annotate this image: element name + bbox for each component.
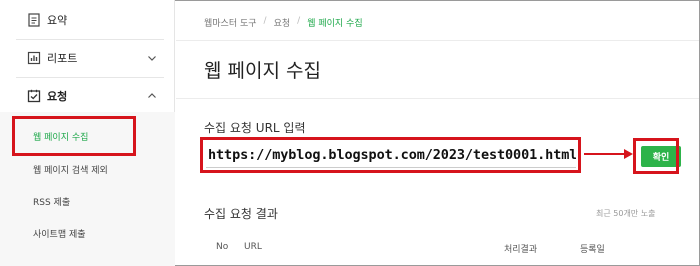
sidebar-item-label: 요청 (47, 90, 68, 103)
bar-chart-icon (27, 51, 41, 65)
breadcrumb: 웹마스터 도구 / 요청 / 웹 페이지 수집 (204, 16, 363, 29)
sidebar-subitem-sitemap-submit[interactable]: 사이트맵 제출 (33, 227, 86, 240)
column-header-url: URL (244, 242, 262, 252)
chevron-down-icon[interactable] (147, 53, 157, 63)
sidebar-item-summary[interactable]: 요약 (0, 2, 175, 38)
confirm-button[interactable]: 확인 (641, 146, 681, 167)
sidebar-subitem-rss-submit[interactable]: RSS 제출 (33, 195, 70, 208)
column-header-date: 등록일 (580, 245, 605, 255)
main-content: 웹마스터 도구 / 요청 / 웹 페이지 수집 웹 페이지 수집 수집 요청 U… (176, 0, 699, 266)
sidebar-item-request[interactable]: 요청 (0, 78, 175, 114)
breadcrumb-item[interactable]: 요청 (274, 16, 291, 29)
column-header-status: 처리결과 (504, 245, 538, 255)
column-header-no: No (216, 242, 229, 252)
divider (176, 40, 699, 41)
results-note: 최근 50개만 노출 (596, 209, 656, 218)
document-icon (28, 13, 40, 27)
page-title: 웹 페이지 수집 (204, 60, 321, 82)
sidebar-subitem-web-page-collect[interactable]: 웹 페이지 수집 (33, 130, 88, 143)
results-title: 수집 요청 결과 (204, 207, 278, 221)
url-input[interactable] (206, 142, 576, 168)
breadcrumb-current: 웹 페이지 수집 (307, 19, 363, 29)
annotation-arrow-line (584, 153, 626, 155)
arrow-right-icon (624, 149, 633, 159)
sidebar-subitem-web-page-exclude[interactable]: 웹 페이지 검색 제외 (33, 163, 108, 176)
sidebar-item-label: 리포트 (47, 52, 78, 65)
chevron-up-icon[interactable] (147, 91, 157, 101)
sidebar-item-report[interactable]: 리포트 (0, 40, 175, 76)
sidebar: 요약 리포트 요청 웹 페이지 수집 웹 페이지 검색 제외 RSS 제출 사이… (0, 0, 175, 266)
breadcrumb-separator: / (263, 16, 267, 26)
divider (176, 98, 699, 99)
sidebar-item-label: 요약 (47, 14, 68, 27)
breadcrumb-separator: / (297, 16, 301, 26)
checkbox-icon (27, 89, 41, 103)
breadcrumb-item[interactable]: 웹마스터 도구 (204, 16, 257, 29)
sidebar-submenu: 웹 페이지 수집 웹 페이지 검색 제외 RSS 제출 사이트맵 제출 (0, 112, 175, 266)
url-field-label: 수집 요청 URL 입력 (204, 121, 306, 135)
